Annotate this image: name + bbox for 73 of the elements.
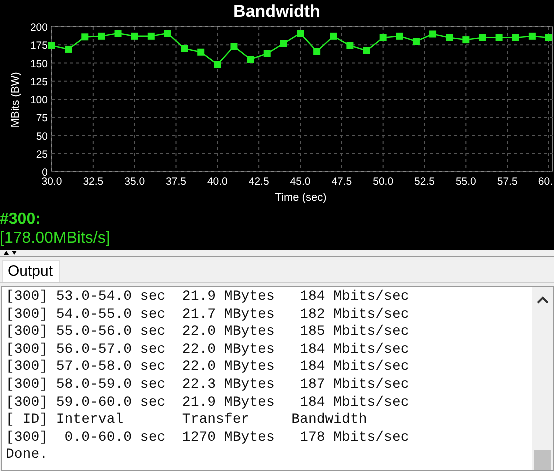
output-line: [300] 58.0-59.0 sec 22.3 MBytes 187 Mbits/sec <box>6 376 410 395</box>
data-point <box>164 30 172 38</box>
x-tick-label: 60. <box>538 176 553 188</box>
data-point <box>462 36 470 44</box>
data-point <box>247 56 254 64</box>
data-point <box>114 30 122 38</box>
x-tick-label: 30.0 <box>42 176 62 188</box>
y-tick-label: 175 <box>30 40 48 52</box>
y-axis-label: MBits (BW) <box>10 72 22 128</box>
data-point <box>363 47 370 54</box>
scrollbar[interactable] <box>532 287 553 470</box>
x-tick-label: 45.0 <box>290 176 311 188</box>
y-tick-label: 200 <box>30 22 48 34</box>
x-tick-label: 35.0 <box>124 176 146 188</box>
y-tick-label: 100 <box>30 94 48 106</box>
output-line: Done. <box>6 447 48 465</box>
data-point <box>131 32 138 40</box>
data-point <box>314 48 321 56</box>
x-axis-label: Time (sec) <box>275 192 327 204</box>
x-tick-label: 37.5 <box>166 176 186 188</box>
data-point <box>446 34 454 42</box>
output-line: [300] 0.0-60.0 sec 1270 MBytes 178 Mbits/sec <box>6 430 410 448</box>
x-tick-label: 55.0 <box>456 176 476 188</box>
data-point <box>546 34 552 42</box>
x-tick-label: 32.5 <box>83 176 104 188</box>
output-line: [300] 54.0-55.0 sec 21.7 MBytes 182 Mbits/sec <box>6 306 410 324</box>
y-tick-label: 25 <box>36 148 48 161</box>
data-point <box>181 45 188 52</box>
output-line: [300] 55.0-56.0 sec 22.0 MBytes 185 Mbits/sec <box>6 324 410 342</box>
output-line: [300] 56.0-57.0 sec 22.0 MBytes 184 Mbits/sec <box>6 342 410 360</box>
splitter-arrows-icon[interactable] <box>4 250 18 256</box>
output-line: [300] 59.0-60.0 sec 21.9 MBytes 184 Mbits/sec <box>6 394 410 412</box>
data-point <box>346 42 354 50</box>
output-line: [ ID] Interval Transfer Bandwidth <box>6 412 368 430</box>
scroll-thumb[interactable] <box>534 450 551 470</box>
data-point <box>230 43 238 50</box>
connection-id: #300: <box>0 211 41 229</box>
data-point <box>65 46 72 53</box>
x-tick-label: 57.5 <box>497 176 518 188</box>
data-point <box>98 32 106 40</box>
data-point <box>48 42 56 50</box>
data-point <box>479 34 486 42</box>
y-tick-label: 125 <box>30 76 48 88</box>
y-tick-label: 0 <box>42 167 48 179</box>
scroll-up-icon[interactable] <box>536 296 548 304</box>
y-tick-label: 50 <box>36 130 48 143</box>
data-point <box>330 32 338 40</box>
output-line: [300] 53.0-54.0 sec 21.9 MBytes 184 Mbits/sec <box>6 289 410 307</box>
data-point <box>496 34 503 42</box>
data-point <box>380 34 387 42</box>
data-point <box>430 30 437 38</box>
x-tick-label: 50.0 <box>373 176 394 188</box>
data-point <box>82 34 89 41</box>
x-tick-label: 47.5 <box>332 176 352 188</box>
data-point <box>264 50 271 58</box>
data-point <box>396 32 404 40</box>
y-tick-label: 75 <box>36 112 48 125</box>
chart-title: Bandwidth <box>234 2 320 21</box>
data-point <box>198 48 205 56</box>
bandwidth-reading: [178.00MBits/s] <box>0 229 110 249</box>
x-tick-label: 40.0 <box>207 176 228 188</box>
data-point <box>512 34 520 42</box>
data-point <box>148 32 155 40</box>
data-point <box>280 40 288 48</box>
data-point <box>297 30 304 38</box>
x-tick-label: 52.5 <box>414 176 435 188</box>
data-point <box>412 38 420 45</box>
data-point <box>214 61 222 68</box>
x-tick-label: 42.5 <box>248 176 270 188</box>
y-tick-label: 150 <box>30 58 48 70</box>
output-line: [300] 57.0-58.0 sec 22.0 MBytes 184 Mbits/sec <box>6 359 410 377</box>
data-point <box>528 32 536 40</box>
output-tab[interactable]: Output <box>2 260 60 282</box>
